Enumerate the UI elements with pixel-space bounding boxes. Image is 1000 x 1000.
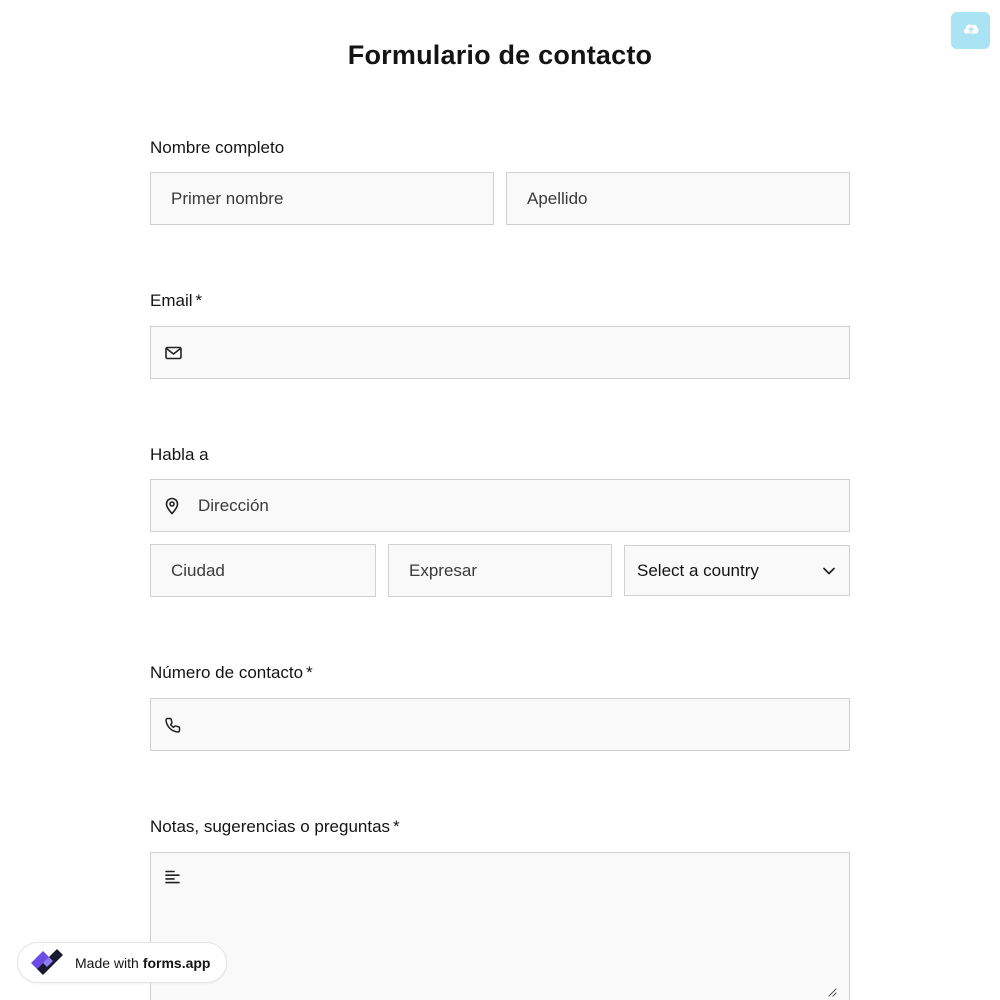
last-name-input[interactable]: Apellido bbox=[506, 172, 850, 225]
chevron-down-icon bbox=[823, 567, 835, 575]
text-lines-icon bbox=[165, 870, 180, 884]
phone-label-text: Número de contacto bbox=[150, 663, 304, 682]
badge-prefix-text: Made with bbox=[75, 954, 139, 971]
phone-icon bbox=[165, 717, 181, 733]
last-name-placeholder: Apellido bbox=[527, 188, 588, 208]
forms-app-logo-icon bbox=[27, 945, 67, 981]
notes-label-text: Notas, sugerencias o preguntas bbox=[150, 817, 391, 836]
email-input[interactable] bbox=[150, 326, 850, 379]
notes-textarea[interactable] bbox=[150, 852, 850, 1000]
email-label: Email * bbox=[150, 291, 202, 311]
resize-handle-icon[interactable] bbox=[828, 988, 837, 997]
email-label-text: Email bbox=[150, 291, 193, 310]
city-placeholder: Ciudad bbox=[171, 560, 225, 580]
badge-brand-text: forms.app bbox=[142, 954, 211, 971]
phone-input[interactable] bbox=[150, 698, 850, 751]
required-mark: * bbox=[393, 817, 400, 836]
page-title: Formulario de contacto bbox=[347, 40, 653, 70]
mail-icon bbox=[165, 346, 182, 359]
street-address-input[interactable]: Dirección bbox=[150, 479, 850, 532]
map-pin-icon bbox=[165, 497, 179, 514]
state-placeholder: Expresar bbox=[409, 560, 478, 580]
city-input[interactable]: Ciudad bbox=[150, 544, 376, 597]
country-select[interactable]: Select a country bbox=[624, 545, 850, 596]
cloud-upload-icon bbox=[962, 21, 980, 40]
made-with-badge[interactable]: Made with forms.app bbox=[17, 942, 227, 983]
required-mark: * bbox=[195, 291, 203, 310]
address-label-text: Habla a bbox=[150, 445, 209, 464]
first-name-placeholder: Primer nombre bbox=[171, 188, 284, 208]
country-selected-value: Select a country bbox=[637, 560, 759, 580]
full-name-label: Nombre completo bbox=[150, 138, 284, 158]
phone-label: Número de contacto * bbox=[150, 663, 313, 683]
required-mark: * bbox=[306, 663, 313, 682]
address-label: Habla a bbox=[150, 445, 209, 465]
first-name-input[interactable]: Primer nombre bbox=[150, 172, 494, 225]
full-name-label-text: Nombre completo bbox=[150, 138, 285, 157]
state-input[interactable]: Expresar bbox=[388, 544, 612, 597]
notes-label: Notas, sugerencias o preguntas * bbox=[150, 817, 400, 837]
